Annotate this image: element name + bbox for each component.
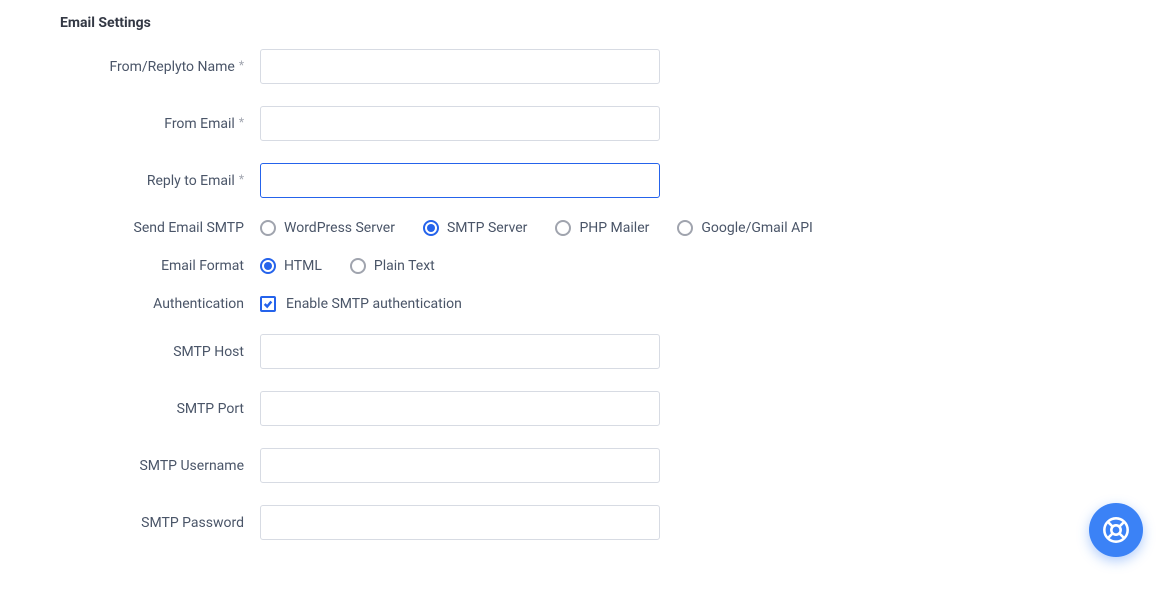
radio-label: SMTP Server bbox=[447, 220, 527, 236]
input-smtp-password[interactable] bbox=[260, 505, 660, 540]
label-authentication: Authentication bbox=[60, 296, 260, 312]
row-send-email-smtp: Send Email SMTP WordPress Server SMTP Se… bbox=[60, 220, 1115, 236]
radio-smtp-server[interactable]: SMTP Server bbox=[423, 220, 527, 236]
input-smtp-username[interactable] bbox=[260, 448, 660, 483]
row-reply-to-email: Reply to Email* bbox=[60, 163, 1115, 198]
row-email-format: Email Format HTML Plain Text bbox=[60, 258, 1115, 274]
label-from-replyto-name: From/Replyto Name* bbox=[60, 59, 260, 75]
radio-wordpress-server[interactable]: WordPress Server bbox=[260, 220, 395, 236]
radio-google-gmail-api[interactable]: Google/Gmail API bbox=[677, 220, 812, 236]
email-settings-section: Email Settings From/Replyto Name* From E… bbox=[60, 15, 1115, 540]
radio-icon bbox=[555, 220, 571, 236]
label-smtp-port: SMTP Port bbox=[60, 401, 260, 417]
label-smtp-username: SMTP Username bbox=[60, 458, 260, 474]
radio-label: Plain Text bbox=[374, 258, 435, 274]
input-smtp-host[interactable] bbox=[260, 334, 660, 369]
checkbox-icon bbox=[260, 296, 276, 312]
row-smtp-password: SMTP Password bbox=[60, 505, 1115, 540]
lifebuoy-icon bbox=[1102, 516, 1130, 544]
checkbox-label: Enable SMTP authentication bbox=[286, 296, 462, 312]
radio-icon bbox=[350, 258, 366, 274]
label-send-email-smtp: Send Email SMTP bbox=[60, 220, 260, 236]
radio-icon bbox=[260, 220, 276, 236]
radio-plain-text[interactable]: Plain Text bbox=[350, 258, 435, 274]
label-smtp-host: SMTP Host bbox=[60, 344, 260, 360]
checkbox-enable-smtp-auth[interactable]: Enable SMTP authentication bbox=[260, 296, 462, 312]
radio-label: PHP Mailer bbox=[579, 220, 649, 236]
row-smtp-host: SMTP Host bbox=[60, 334, 1115, 369]
label-email-format: Email Format bbox=[60, 258, 260, 274]
radio-php-mailer[interactable]: PHP Mailer bbox=[555, 220, 649, 236]
radio-label: HTML bbox=[284, 258, 322, 274]
radio-label: WordPress Server bbox=[284, 220, 395, 236]
row-from-replyto-name: From/Replyto Name* bbox=[60, 49, 1115, 84]
radio-label: Google/Gmail API bbox=[701, 220, 812, 236]
label-smtp-password: SMTP Password bbox=[60, 515, 260, 531]
label-reply-to-email: Reply to Email* bbox=[60, 173, 260, 189]
section-title: Email Settings bbox=[60, 15, 1115, 31]
input-from-replyto-name[interactable] bbox=[260, 49, 660, 84]
row-authentication: Authentication Enable SMTP authenticatio… bbox=[60, 296, 1115, 312]
radio-icon bbox=[260, 258, 276, 274]
input-from-email[interactable] bbox=[260, 106, 660, 141]
radio-html[interactable]: HTML bbox=[260, 258, 322, 274]
input-smtp-port[interactable] bbox=[260, 391, 660, 426]
input-reply-to-email[interactable] bbox=[260, 163, 660, 198]
radio-icon bbox=[423, 220, 439, 236]
row-smtp-port: SMTP Port bbox=[60, 391, 1115, 426]
row-smtp-username: SMTP Username bbox=[60, 448, 1115, 483]
row-from-email: From Email* bbox=[60, 106, 1115, 141]
help-button[interactable] bbox=[1089, 503, 1143, 557]
label-from-email: From Email* bbox=[60, 116, 260, 132]
radio-icon bbox=[677, 220, 693, 236]
